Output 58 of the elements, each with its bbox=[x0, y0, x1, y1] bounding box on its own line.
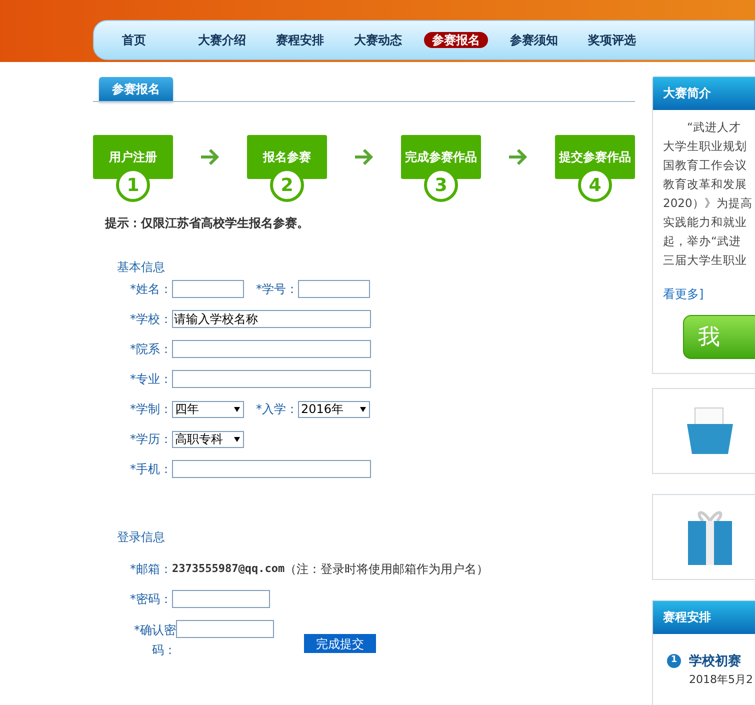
nav-link[interactable]: 赛程安排 bbox=[268, 32, 332, 48]
schedule-title: 学校初赛 bbox=[689, 652, 742, 671]
input-field[interactable] bbox=[172, 370, 371, 388]
input-field[interactable] bbox=[298, 280, 370, 298]
caret-icon bbox=[234, 436, 240, 442]
password-field[interactable] bbox=[176, 620, 274, 638]
step-label: 报名参赛 bbox=[247, 135, 327, 179]
field-label: *姓名： bbox=[130, 281, 172, 298]
field-label: *邮箱： bbox=[130, 561, 172, 578]
nav-link[interactable]: 奖项评选 bbox=[580, 32, 644, 48]
more-link[interactable]: 看更多] bbox=[663, 285, 755, 303]
folder-icon bbox=[685, 406, 735, 456]
field-label: *入学： bbox=[256, 401, 298, 418]
arrow-icon bbox=[200, 148, 220, 166]
field-label: *院系： bbox=[130, 341, 172, 358]
field-label: *专业： bbox=[130, 371, 172, 388]
section-title: 登录信息 bbox=[116, 529, 166, 546]
schedule-date: 2018年5月2 bbox=[689, 672, 753, 688]
step-number: 1 bbox=[116, 168, 150, 202]
email-value: 2373555987@qq.com bbox=[172, 560, 285, 577]
step-number: 1 bbox=[667, 654, 681, 668]
intro-text: “武进人才 大学生职业规划 国教育工作会议 教育改革和发展 2020）》为提高 实践能力和就业 起，举办“武进 三届大学生职业 bbox=[663, 119, 754, 269]
submit-button[interactable]: 完成提交 bbox=[304, 634, 376, 653]
input-field[interactable] bbox=[172, 280, 244, 298]
step-number: 2 bbox=[270, 168, 304, 202]
field-label: *确认密码： bbox=[133, 622, 176, 659]
card-header: 大赛简介 bbox=[653, 77, 755, 110]
arrow-icon bbox=[354, 148, 374, 166]
nav-link[interactable]: 参赛报名 bbox=[424, 32, 488, 48]
select-field[interactable]: 2016年 bbox=[298, 400, 370, 418]
field-label: *学制： bbox=[130, 401, 172, 418]
step-number: 4 bbox=[578, 168, 612, 202]
email-note: （注：登录时将使用邮箱作为用户名） bbox=[284, 561, 489, 578]
card-header: 赛程安排 bbox=[653, 601, 755, 634]
nav-link[interactable]: 大赛介绍 bbox=[190, 32, 254, 48]
section-title: 基本信息 bbox=[116, 259, 166, 276]
select-field[interactable]: 四年 bbox=[172, 400, 244, 418]
field-label: *学号： bbox=[256, 281, 298, 298]
input-field[interactable]: 请输入学校名称 bbox=[172, 310, 371, 328]
caret-icon bbox=[234, 406, 240, 412]
field-label: *密码： bbox=[130, 591, 172, 608]
field-label: *学校： bbox=[130, 311, 172, 328]
nav-link[interactable]: 首页 bbox=[114, 32, 154, 48]
step-label: 完成参赛作品 bbox=[401, 135, 481, 179]
select-field[interactable]: 高职专科 bbox=[172, 430, 244, 448]
field-label: *手机： bbox=[130, 461, 172, 478]
nav-link[interactable]: 大赛动态 bbox=[346, 32, 410, 48]
field-label: *学历： bbox=[130, 431, 172, 448]
step-number: 3 bbox=[424, 168, 458, 202]
notice-text: 提示：仅限江苏省高校学生报名参赛。 bbox=[104, 215, 310, 232]
step-label: 提交参赛作品 bbox=[555, 135, 635, 179]
caret-icon bbox=[360, 406, 366, 412]
input-field[interactable] bbox=[172, 460, 371, 478]
nav-link[interactable]: 参赛须知 bbox=[502, 32, 566, 48]
arrow-icon bbox=[508, 148, 528, 166]
input-field[interactable] bbox=[172, 340, 371, 358]
password-field[interactable] bbox=[172, 590, 270, 608]
step-label: 用户注册 bbox=[93, 135, 173, 179]
